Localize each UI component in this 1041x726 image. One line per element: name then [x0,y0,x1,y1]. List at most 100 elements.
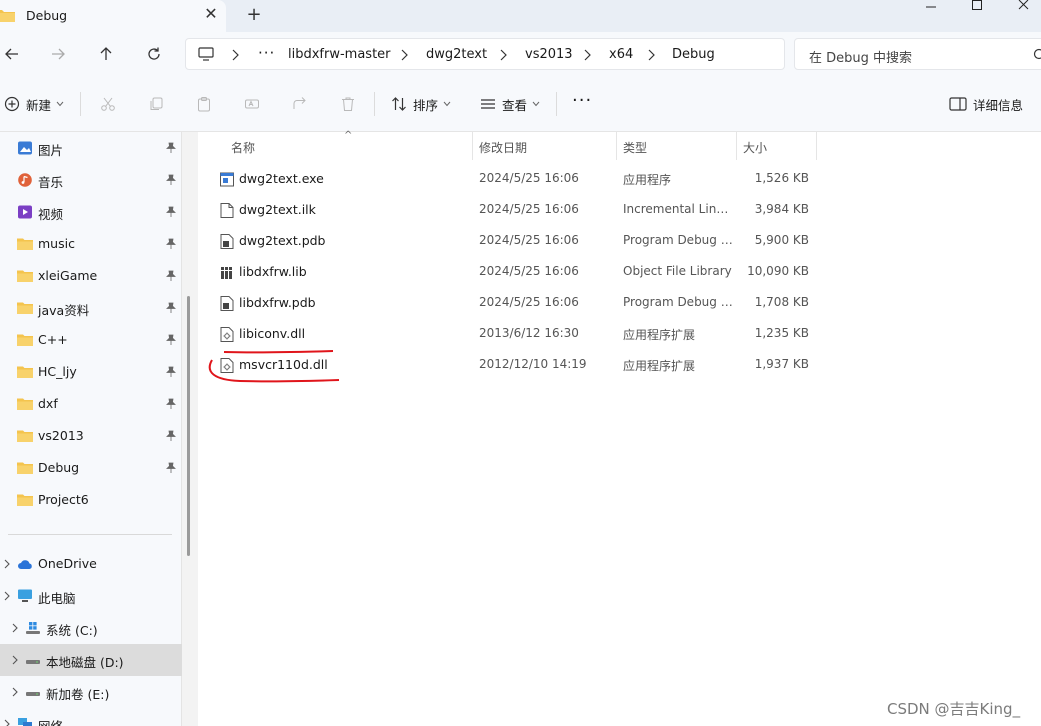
minimize-button[interactable] [908,0,954,12]
tree-item-label: 本地磁盘 (D:) [46,655,124,670]
pin-icon[interactable] [165,430,177,442]
column-divider[interactable] [472,132,473,160]
tab-debug[interactable]: Debug ✕ [0,0,226,32]
pin-icon[interactable] [165,206,177,218]
paste-button[interactable] [196,92,212,116]
forward-button[interactable] [46,42,70,66]
tree-item-cloud-0[interactable]: OneDrive [0,548,182,580]
tree-item-computer-1[interactable]: 此电脑 [0,580,182,612]
breadcrumb-debug[interactable]: Debug [672,47,715,62]
sort-button[interactable]: 排序 [391,92,451,116]
pin-icon[interactable] [165,398,177,410]
file-row[interactable]: libdxfrw.pdb 2024/5/25 16:06 Program Debug… [198,288,818,319]
sidebar-item-dxf[interactable]: dxf [0,388,182,420]
folder-icon [0,10,15,22]
file-row[interactable]: dwg2text.pdb 2024/5/25 16:06 Program Debug… [198,226,818,257]
sidebar-item-label: C++ [38,332,68,347]
breadcrumb-libdxfrw-master[interactable]: libdxfrw-master [288,47,391,62]
breadcrumb-overflow[interactable]: ··· [258,44,275,62]
pin-icon[interactable] [165,334,177,346]
sidebar-item-label: music [38,236,75,251]
column-divider[interactable] [616,132,617,160]
pin-icon[interactable] [165,366,177,378]
tab-close-button[interactable]: ✕ [201,4,221,24]
delete-button[interactable] [340,92,356,116]
add-circle-icon [4,96,20,112]
sidebar-item-xleigame[interactable]: xleiGame [0,260,182,292]
chevron-right-icon[interactable] [11,687,19,697]
maximize-button[interactable] [954,0,1000,12]
new-label: 新建 [26,97,52,113]
pin-icon[interactable] [165,302,177,314]
pin-icon[interactable] [165,238,177,250]
file-type: Object File Library [623,264,732,278]
pin-icon[interactable] [165,174,177,186]
rename-button[interactable] [244,92,260,116]
sidebar-item-java-[interactable]: java资料 [0,292,182,324]
sidebar-item-music[interactable]: music [0,228,182,260]
computer-icon [198,47,214,61]
chevron-right-icon [401,49,408,61]
file-row[interactable]: libdxfrw.lib 2024/5/25 16:06 Object File L… [198,257,818,288]
sidebar-item-project6[interactable]: Project6 [0,484,182,516]
file-date: 2024/5/25 16:06 [479,202,579,216]
tree-item-label: 网络 [38,716,63,726]
more-options-button[interactable]: ··· [572,88,592,112]
sidebar-item-label: java资料 [38,303,90,318]
copy-button[interactable] [148,92,164,116]
sidebar-item--[interactable]: 图片 [0,132,182,164]
file-name: dwg2text.ilk [239,202,316,217]
file-name: msvcr110d.dll [239,357,328,372]
column-header-size[interactable]: 大小 [743,132,813,160]
file-row[interactable]: libiconv.dll 2013/6/12 16:30 应用程序扩展 1,235 K… [198,319,818,350]
column-divider[interactable] [816,132,817,160]
cut-button[interactable] [100,92,116,116]
tree-item-windows-drive-2[interactable]: 系统 (C:) [0,612,182,644]
sidebar-item--[interactable]: 视频 [0,196,182,228]
file-row[interactable]: dwg2text.ilk 2024/5/25 16:06 Incremental L… [198,195,818,226]
sidebar-scrollbar[interactable] [187,296,190,556]
pin-icon[interactable] [165,462,177,474]
file-row[interactable]: msvcr110d.dll 2012/12/10 14:19 应用程序扩展 1,937… [198,350,818,381]
new-button[interactable]: 新建 [4,92,64,116]
close-window-button[interactable] [1000,0,1041,12]
breadcrumb-vs2013[interactable]: vs2013 [525,47,573,62]
column-header-date[interactable]: 修改日期 [479,132,614,160]
sidebar-item-vs2013[interactable]: vs2013 [0,420,182,452]
refresh-button[interactable] [142,42,166,66]
view-button[interactable]: 查看 [480,92,540,116]
chevron-right-icon[interactable] [3,591,11,601]
share-button[interactable] [292,92,308,116]
address-bar[interactable]: ··· libdxfrw-master dwg2text vs2013 x64 … [185,38,785,70]
copy-icon [150,97,163,110]
sidebar-item--[interactable]: 音乐 [0,164,182,196]
back-button[interactable] [0,42,24,66]
breadcrumb-x64[interactable]: x64 [609,47,633,62]
up-button[interactable] [94,42,118,66]
column-divider[interactable] [736,132,737,160]
tree-item-drive-3[interactable]: 本地磁盘 (D:) [0,644,182,676]
pin-icon[interactable] [165,270,177,282]
tree-item-network-5[interactable]: 网络 [0,708,182,726]
chevron-right-icon[interactable] [3,719,11,726]
chevron-right-icon[interactable] [3,559,11,569]
breadcrumb-dwg2text[interactable]: dwg2text [426,47,487,62]
sidebar-item-c-[interactable]: C++ [0,324,182,356]
column-header-type[interactable]: 类型 [623,132,733,160]
computer-icon [18,589,32,602]
sidebar-item-hc-ljy[interactable]: HC_ljy [0,356,182,388]
address-row: ··· libdxfrw-master dwg2text vs2013 x64 … [0,32,1041,76]
details-pane-button[interactable]: 详细信息 [949,92,1023,116]
search-input[interactable]: 在 Debug 中搜索 [794,38,1041,70]
details-label: 详细信息 [973,97,1024,113]
tree-item-drive-4[interactable]: 新加卷 (E:) [0,676,182,708]
sort-label: 排序 [413,97,439,113]
sidebar-item-debug[interactable]: Debug [0,452,182,484]
pin-icon[interactable] [165,142,177,154]
new-tab-button[interactable]: + [242,4,266,26]
music-icon [18,173,32,187]
chevron-right-icon[interactable] [11,623,19,633]
file-row[interactable]: dwg2text.exe 2024/5/25 16:06 应用程序 1,526 KB [198,164,818,195]
chevron-right-icon[interactable] [11,655,19,665]
column-header-name[interactable]: 名称 [231,132,471,160]
